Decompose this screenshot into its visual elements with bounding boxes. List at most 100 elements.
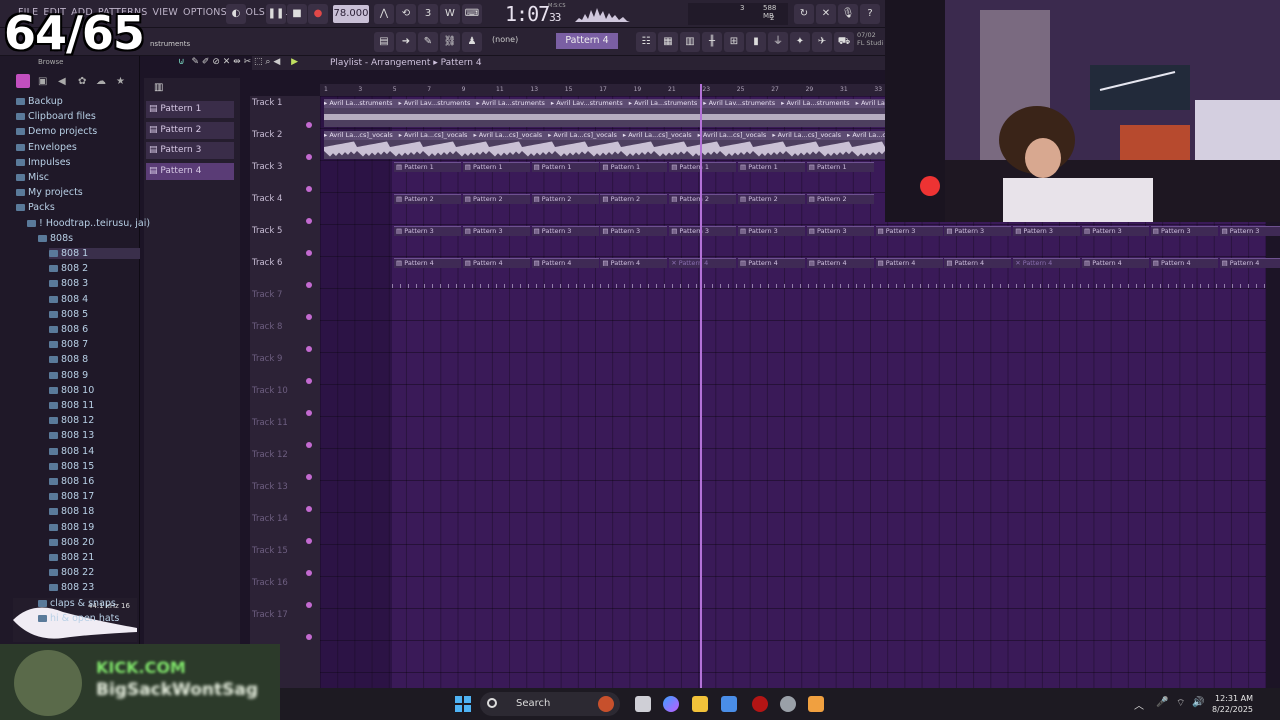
pattern-clip[interactable]: ▤ Pattern 3 bbox=[738, 226, 805, 236]
piano-roll-icon[interactable]: ▤ bbox=[374, 32, 394, 52]
pattern-clip[interactable]: ▤ Pattern 3 bbox=[462, 226, 530, 236]
channel-rack-filter[interactable]: nstruments bbox=[150, 40, 190, 48]
wifi-icon[interactable]: ⌔ bbox=[1176, 697, 1185, 710]
zoom-icon[interactable]: ⌕ bbox=[265, 57, 270, 67]
browser-item[interactable]: hi & open hats bbox=[38, 613, 140, 624]
loop-record-icon[interactable]: ⟲ bbox=[396, 4, 416, 24]
paint-icon[interactable]: ✐ bbox=[202, 57, 210, 67]
browser-icon[interactable]: ▮ bbox=[746, 32, 766, 52]
track-led-icon[interactable] bbox=[306, 474, 312, 480]
browser-item[interactable]: 808 17 bbox=[49, 491, 140, 502]
record-button[interactable]: ● bbox=[308, 4, 328, 24]
start-button[interactable] bbox=[455, 696, 471, 712]
browser-item[interactable]: 808 19 bbox=[49, 522, 140, 533]
tools-icon[interactable]: ✦ bbox=[790, 32, 810, 52]
track-label[interactable]: Track 11 bbox=[252, 418, 288, 428]
delete-icon[interactable]: ⊘ bbox=[212, 57, 220, 67]
undo-icon[interactable]: ↻ bbox=[794, 4, 814, 24]
arrow-icon[interactable]: ➜ bbox=[396, 32, 416, 52]
step-edit-icon[interactable]: 3 bbox=[418, 4, 438, 24]
plugin-icon[interactable]: ⊞ bbox=[724, 32, 744, 52]
browser-item[interactable]: 808 12 bbox=[49, 415, 140, 426]
pattern-clip[interactable]: ✕ Pattern 4 bbox=[1013, 258, 1081, 268]
track-label[interactable]: Track 14 bbox=[252, 514, 288, 524]
pattern-clip[interactable]: ▤ Pattern 4 bbox=[1150, 258, 1218, 268]
browser-item[interactable]: 808 6 bbox=[49, 324, 140, 335]
track-led-icon[interactable] bbox=[306, 154, 312, 160]
pattern-clip[interactable]: ▤ Pattern 1 bbox=[600, 162, 668, 172]
tempo-display[interactable]: 78.000 bbox=[333, 5, 369, 23]
pattern-clip[interactable]: ▤ Pattern 2 bbox=[806, 194, 874, 204]
track-label[interactable]: Track 3 bbox=[252, 162, 282, 172]
browser-item[interactable]: Impulses bbox=[16, 157, 140, 168]
game-icon[interactable] bbox=[598, 696, 614, 712]
cart-icon[interactable]: ⛟ bbox=[834, 32, 854, 52]
pattern-clip[interactable]: ▤ Pattern 1 bbox=[531, 162, 599, 172]
track-led-icon[interactable] bbox=[306, 346, 312, 352]
browser-item[interactable]: 808 9 bbox=[49, 370, 140, 381]
pattern-clip[interactable]: ▤ Pattern 3 bbox=[669, 226, 737, 236]
link-icon[interactable]: ⛓ bbox=[440, 32, 460, 52]
track-label[interactable]: Track 4 bbox=[252, 194, 282, 204]
browser-item[interactable]: 808 21 bbox=[49, 552, 140, 563]
browser-item[interactable]: 808 22 bbox=[49, 567, 140, 578]
playlist-menu-icon[interactable]: ▶ bbox=[291, 57, 298, 67]
track-led-icon[interactable] bbox=[306, 218, 312, 224]
track-led-icon[interactable] bbox=[306, 538, 312, 544]
browser-item[interactable]: 808 14 bbox=[49, 446, 140, 457]
track-label[interactable]: Track 10 bbox=[252, 386, 288, 396]
picker-pattern[interactable]: ▤ Pattern 3 bbox=[146, 142, 234, 159]
track-label[interactable]: Track 8 bbox=[252, 322, 282, 332]
fl-studio-icon[interactable] bbox=[808, 696, 824, 712]
volume-icon[interactable]: 🔊 bbox=[1192, 697, 1204, 708]
pattern-clip[interactable]: ▤ Pattern 4 bbox=[394, 258, 461, 268]
browser-item[interactable]: Misc bbox=[16, 172, 140, 183]
slice-icon[interactable]: ✂ bbox=[244, 57, 252, 67]
pattern-clip[interactable]: ▤ Pattern 2 bbox=[394, 194, 461, 204]
track-led-icon[interactable] bbox=[306, 410, 312, 416]
pattern-clip[interactable]: ▤ Pattern 3 bbox=[531, 226, 599, 236]
track-led-icon[interactable] bbox=[306, 186, 312, 192]
track-label[interactable]: Track 9 bbox=[252, 354, 282, 364]
typing-keyboard-icon[interactable]: ⌨ bbox=[462, 4, 482, 24]
track-led-icon[interactable] bbox=[306, 378, 312, 384]
file-explorer-icon[interactable] bbox=[692, 696, 708, 712]
chrome-icon[interactable] bbox=[780, 696, 796, 712]
pattern-clip[interactable]: ▤ Pattern 1 bbox=[394, 162, 461, 172]
track-label[interactable]: Track 1 bbox=[252, 98, 282, 108]
browser-item[interactable]: 808 13 bbox=[49, 430, 140, 441]
track-label[interactable]: Track 16 bbox=[252, 578, 288, 588]
browser-item[interactable]: Packs bbox=[16, 202, 140, 213]
pattern-clip[interactable]: ▤ Pattern 4 bbox=[738, 258, 805, 268]
track-label[interactable]: Track 6 bbox=[252, 258, 282, 268]
track-label[interactable]: Track 7 bbox=[252, 290, 282, 300]
store-icon[interactable] bbox=[721, 696, 737, 712]
pattern-clip[interactable]: ▤ Pattern 2 bbox=[600, 194, 668, 204]
copilot-icon[interactable] bbox=[663, 696, 679, 712]
speaker-icon[interactable]: ◀ bbox=[58, 76, 66, 87]
star-icon[interactable]: ★ bbox=[116, 76, 125, 87]
close-x-icon[interactable]: ✕ bbox=[816, 4, 836, 24]
browser-item[interactable]: Backup bbox=[16, 96, 140, 107]
magnet-icon[interactable]: ⊍ bbox=[178, 57, 185, 67]
browser-item[interactable]: 808 5 bbox=[49, 309, 140, 320]
browser-item[interactable]: ! Hoodtrap..teirusu, jai) bbox=[27, 218, 150, 229]
play-icon[interactable]: ◀ bbox=[273, 57, 280, 67]
plug-icon[interactable]: ⏚ bbox=[768, 32, 788, 52]
pattern-clip[interactable]: ▤ Pattern 2 bbox=[669, 194, 737, 204]
pattern-clip[interactable]: ▤ Pattern 2 bbox=[462, 194, 530, 204]
browser-item[interactable]: 808s bbox=[38, 233, 140, 244]
browser-item[interactable]: 808 16 bbox=[49, 476, 140, 487]
folder-icon[interactable]: ▣ bbox=[38, 76, 47, 87]
pattern-clip[interactable]: ▤ Pattern 4 bbox=[875, 258, 943, 268]
task-view-icon[interactable] bbox=[635, 696, 651, 712]
pattern-clip[interactable]: ▤ Pattern 3 bbox=[600, 226, 668, 236]
browser-item[interactable]: 808 20 bbox=[49, 537, 140, 548]
pattern-clip[interactable]: ▤ Pattern 3 bbox=[944, 226, 1012, 236]
stop-button[interactable]: ■ bbox=[287, 4, 307, 24]
browser-item[interactable]: Demo projects bbox=[16, 126, 140, 137]
plugin-db-icon[interactable]: ✿ bbox=[78, 76, 86, 87]
pattern-clip[interactable]: ▤ Pattern 4 bbox=[1219, 258, 1280, 268]
mic-tray-icon[interactable]: 🎤 bbox=[1156, 697, 1168, 708]
channel-rack-icon[interactable]: ▦ bbox=[658, 32, 678, 52]
